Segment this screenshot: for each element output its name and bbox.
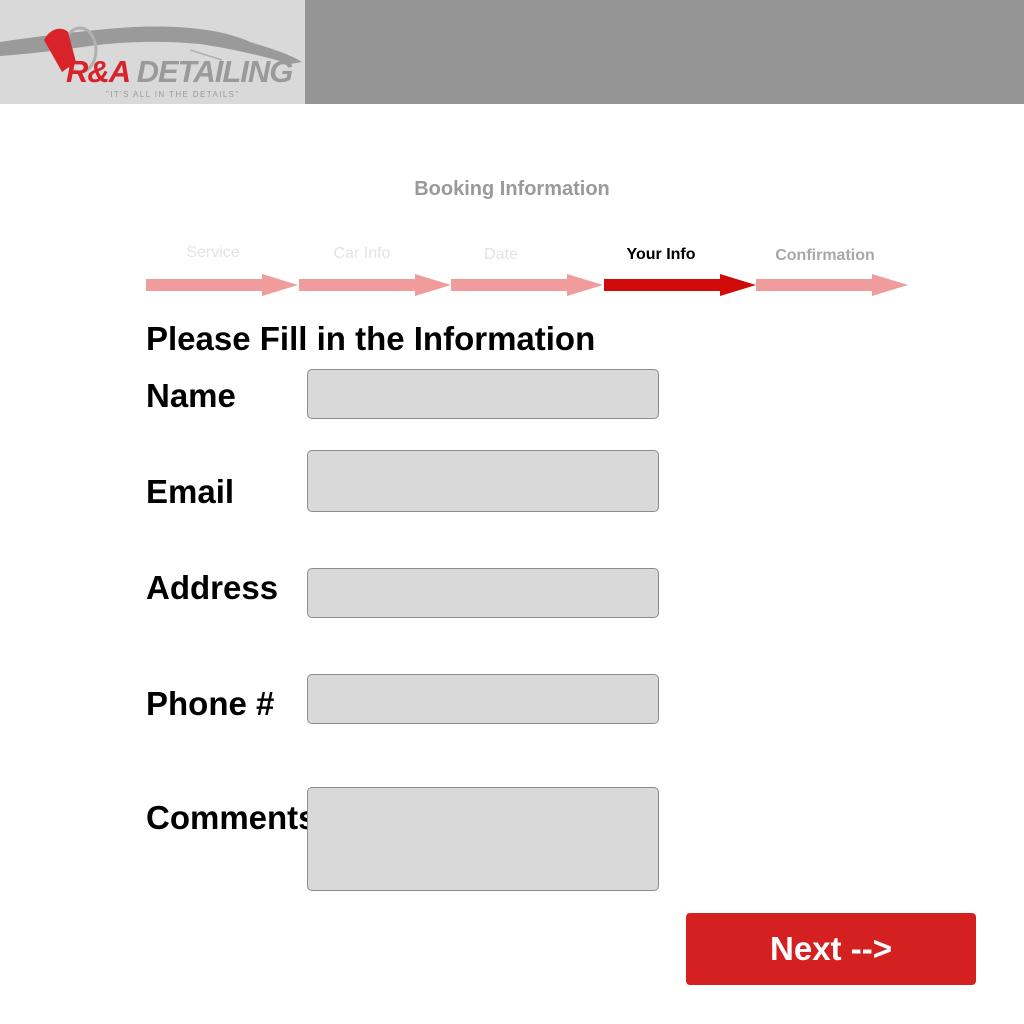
phone-label: Phone #	[146, 685, 275, 722]
address-input[interactable]	[307, 568, 659, 618]
step-label-service: Service	[186, 244, 240, 261]
step-label-car-info: Car Info	[333, 245, 391, 262]
brand-name: R&A DETAILING	[66, 54, 293, 89]
next-button[interactable]: Next -->	[686, 913, 976, 985]
booking-title: Booking Information	[414, 178, 610, 200]
step-label-your-info: Your Info	[626, 246, 696, 263]
step-label-confirmation: Confirmation	[775, 247, 875, 264]
name-label: Name	[146, 377, 236, 414]
brand-tagline: "IT'S ALL IN THE DETAILS"	[106, 90, 240, 99]
step-arrow-car-info	[299, 274, 451, 296]
form-heading: Please Fill in the Information	[146, 320, 596, 357]
step-arrow-your-info	[604, 274, 756, 296]
email-label: Email	[146, 473, 235, 510]
step-arrow-confirmation	[756, 274, 908, 296]
header-bar: R&A DETAILING "IT'S ALL IN THE DETAILS"	[0, 0, 1024, 104]
phone-input[interactable]	[307, 674, 659, 724]
step-arrow-date	[451, 274, 603, 296]
comments-label: Comments	[146, 799, 317, 836]
name-input[interactable]	[307, 369, 659, 419]
comments-textarea[interactable]	[307, 787, 659, 891]
company-logo[interactable]: R&A DETAILING "IT'S ALL IN THE DETAILS"	[0, 0, 305, 104]
address-label: Address	[146, 569, 279, 606]
step-arrow-service	[146, 274, 298, 296]
step-label-date: Date	[484, 246, 518, 263]
email-input[interactable]	[307, 450, 659, 512]
